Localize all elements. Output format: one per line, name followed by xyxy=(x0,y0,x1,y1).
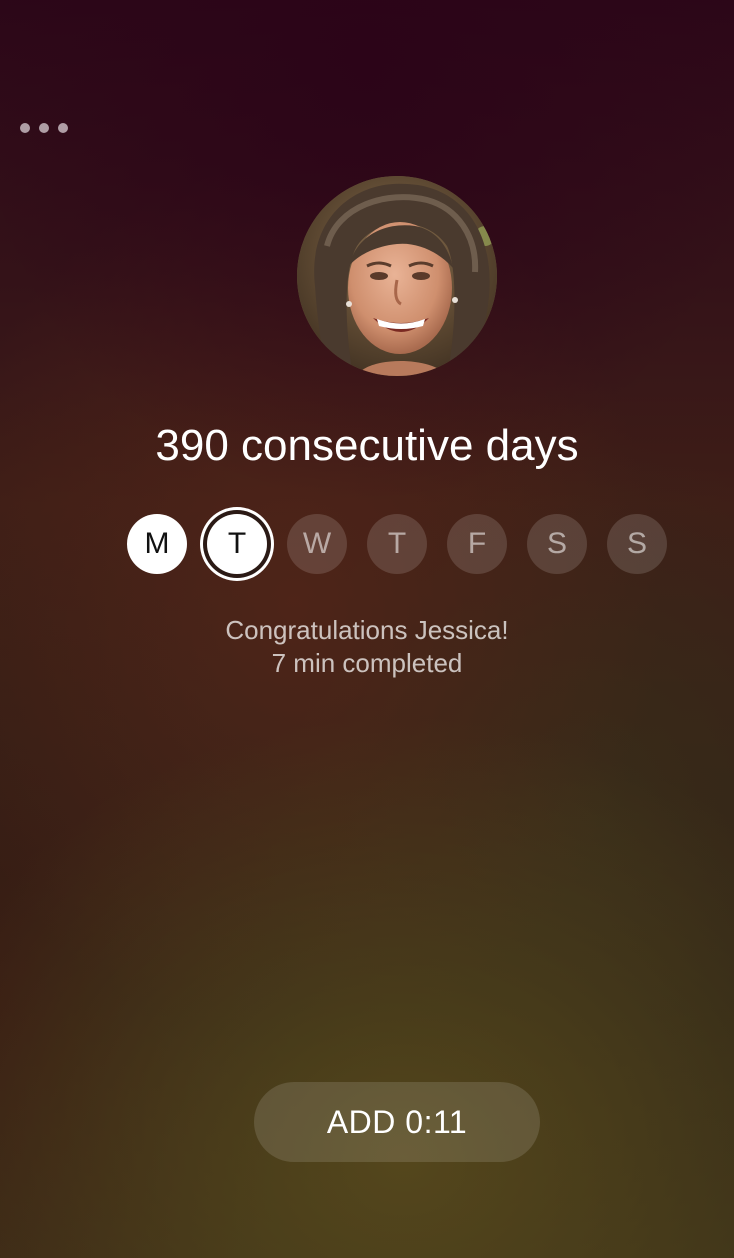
streak-title: 390 consecutive days xyxy=(155,421,579,470)
menu-dot-icon xyxy=(58,123,68,133)
minutes-completed-text: 7 min completed xyxy=(271,648,463,678)
menu-dot-icon xyxy=(39,123,49,133)
day-circle: M xyxy=(127,514,187,574)
avatar xyxy=(297,176,497,376)
day-circle: F xyxy=(447,514,507,574)
avatar-portrait-icon xyxy=(297,176,497,376)
day-circle: T xyxy=(207,514,267,574)
week-progress: MTWTFSS xyxy=(127,514,667,574)
add-time-button[interactable]: ADD 0:11 xyxy=(254,1082,540,1162)
day-circle: S xyxy=(527,514,587,574)
congrats-text: Congratulations Jessica! xyxy=(225,615,509,645)
menu-dot-icon xyxy=(20,123,30,133)
day-circle: T xyxy=(367,514,427,574)
day-circle: S xyxy=(607,514,667,574)
day-circle: W xyxy=(287,514,347,574)
more-options-button[interactable] xyxy=(12,112,76,144)
completion-message: Congratulations Jessica! 7 min completed xyxy=(0,614,734,680)
